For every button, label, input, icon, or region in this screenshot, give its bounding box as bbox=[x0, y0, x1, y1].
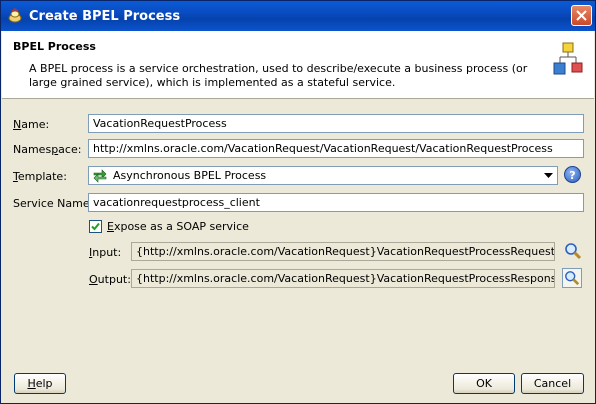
create-bpel-process-dialog: Create BPEL Process BPEL Process A BPEL … bbox=[0, 0, 596, 404]
browse-input-button[interactable] bbox=[563, 241, 583, 261]
service-name-label: Service Name: bbox=[13, 197, 94, 210]
title-bar[interactable]: Create BPEL Process bbox=[1, 1, 595, 31]
expose-soap-checkbox[interactable] bbox=[89, 220, 102, 233]
oracle-jdeveloper-icon bbox=[8, 8, 22, 23]
help-button[interactable]: Help bbox=[14, 373, 66, 394]
bpel-process-icon bbox=[553, 42, 583, 75]
chevron-down-icon[interactable] bbox=[540, 167, 557, 184]
namespace-label: Namespace: bbox=[13, 143, 82, 156]
checkmark-icon bbox=[91, 222, 100, 231]
output-field: {http://xmlns.oracle.com/VacationRequest… bbox=[131, 269, 555, 288]
namespace-field[interactable]: http://xmlns.oracle.com/VacationRequest/… bbox=[88, 139, 584, 158]
search-icon bbox=[565, 243, 582, 260]
name-label: Name: bbox=[13, 118, 50, 131]
output-label: Output: bbox=[89, 273, 131, 286]
header-description: A BPEL process is a service orchestratio… bbox=[29, 62, 528, 89]
ok-button[interactable]: OK bbox=[453, 373, 515, 394]
browse-output-button[interactable] bbox=[562, 268, 582, 288]
name-field[interactable]: VacationRequestProcess bbox=[88, 114, 584, 133]
input-label: Input: bbox=[89, 246, 122, 259]
search-icon bbox=[565, 271, 580, 286]
close-icon bbox=[576, 10, 587, 21]
template-value: Asynchronous BPEL Process bbox=[113, 169, 267, 182]
expose-soap-label: Expose as a SOAP service bbox=[107, 220, 249, 233]
template-label: Template: bbox=[13, 170, 67, 183]
service-name-field[interactable]: vacationrequestprocess_client bbox=[88, 193, 584, 212]
header-panel: BPEL Process A BPEL process is a service… bbox=[2, 31, 594, 99]
input-field: {http://xmlns.oracle.com/VacationRequest… bbox=[131, 242, 555, 261]
cancel-button[interactable]: Cancel bbox=[521, 373, 584, 394]
header-title: BPEL Process bbox=[13, 40, 96, 53]
help-icon[interactable]: ? bbox=[564, 166, 581, 183]
close-button[interactable] bbox=[571, 5, 592, 26]
expose-soap-checkbox-row[interactable]: Expose as a SOAP service bbox=[89, 220, 249, 233]
window-title: Create BPEL Process bbox=[29, 8, 181, 24]
bpel-template-icon bbox=[93, 168, 107, 183]
template-select[interactable]: Asynchronous BPEL Process bbox=[88, 166, 558, 185]
